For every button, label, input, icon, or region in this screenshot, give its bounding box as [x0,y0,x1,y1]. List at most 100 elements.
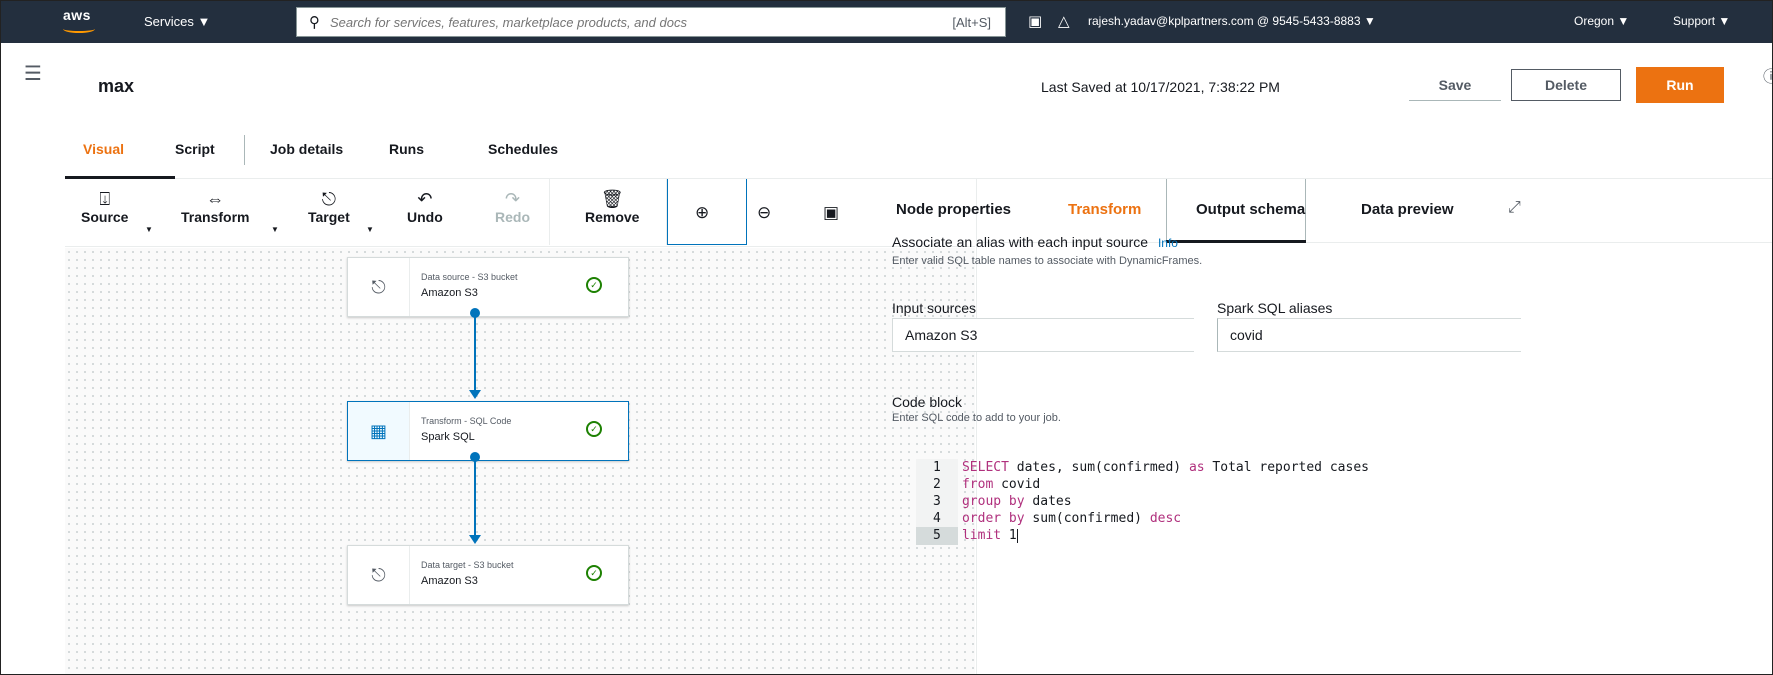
line-number: 5 [915,527,958,545]
tab-transform[interactable]: Transform [1068,201,1141,218]
aws-logo-text: aws [63,7,91,23]
cloudshell-icon[interactable]: ▣ [1028,12,1042,30]
redo-label: Redo [495,209,530,225]
app-frame: aws Services ▼ ⚲ [Alt+S] ▣ △ rajesh.yada… [0,0,1773,675]
undo-label: Undo [407,209,443,225]
success-check-icon: ✓ [586,277,602,293]
sql-code-editor[interactable]: 1 SELECT dates, sum(confirmed) as Total r… [869,441,1519,545]
undo-button[interactable]: ↶ Undo [407,189,443,225]
tab-visual[interactable]: Visual [83,141,124,157]
sql-keyword: limit [961,528,1002,543]
aws-logo[interactable]: aws [63,7,103,37]
tab-runs[interactable]: Runs [389,141,424,157]
edge-arrow-icon [469,535,481,544]
search-bar[interactable]: ⚲ [Alt+S] [296,7,1006,37]
source-label: Source [81,209,129,225]
remove-label: Remove [585,209,640,225]
search-shortcut-hint: [Alt+S] [952,15,991,30]
alias-section-title: Associate an alias with each input sourc… [892,234,1178,250]
text-cursor [1016,528,1018,543]
job-tabs: Visual Script Job details Runs Schedules [65,123,1772,179]
tab-output-schema[interactable]: Output schema [1196,201,1305,218]
remove-button[interactable]: 🗑 Remove [585,189,639,225]
trash-icon: 🗑 [600,189,624,209]
success-check-icon: ✓ [586,565,602,581]
node-type: Transform - SQL Code [421,416,512,426]
node-type: Data target - S3 bucket [421,560,514,570]
support-menu[interactable]: Support ▼ [1673,14,1730,28]
alias-input[interactable]: covid [1217,318,1521,352]
tab-divider [244,135,245,165]
tab-job-details[interactable]: Job details [270,141,343,157]
search-icon: ⚲ [309,14,320,31]
last-saved-status: Last Saved at 10/17/2021, 7:38:22 PM [1041,79,1280,95]
hamburger-menu-icon[interactable]: ☰ [24,61,42,86]
spark-sql-aliases-label: Spark SQL aliases [1217,300,1333,316]
tab-node-properties[interactable]: Node properties [896,201,1011,218]
expand-panel-icon[interactable]: ⤢ [1508,199,1521,217]
tab-script[interactable]: Script [175,141,215,157]
tab-data-preview[interactable]: Data preview [1361,201,1454,218]
delete-button[interactable]: Delete [1511,69,1621,101]
target-label: Target [308,209,350,225]
code-block-description: Enter SQL code to add to your job. [892,412,1061,424]
edge-line [474,312,476,392]
zoom-out-icon[interactable]: ⊖ [757,203,771,223]
input-sources-label: Input sources [892,300,977,316]
node-data-source[interactable]: ⎋ Data source - S3 bucket Amazon S3 ✓ [347,257,629,317]
node-transform-sql[interactable]: ▦ Transform - SQL Code Spark SQL ✓ [347,401,629,461]
run-button[interactable]: Run [1636,67,1724,103]
redo-icon: ↷ [504,189,521,209]
save-button[interactable]: Save [1409,69,1501,101]
target-button[interactable]: ⎋ Target [308,189,350,225]
transform-icon: ⇔ [206,189,225,209]
node-details-panel [976,179,1772,674]
target-icon: ⎋ [321,189,336,209]
tab-schedules[interactable]: Schedules [488,141,558,157]
alias-section-description: Enter valid SQL table names to associate… [892,255,1203,267]
code-line: 2 from covid [869,458,1659,494]
sql-transform-icon: ▦ [348,402,410,460]
edge-line [474,456,476,538]
success-check-icon: ✓ [586,421,602,437]
source-icon: ⍗ [99,189,111,209]
transform-label: Transform [181,209,250,225]
transform-caret-icon: ▼ [271,225,279,234]
input-source-value: Amazon S3 [892,318,1194,352]
s3-bucket-icon: ⎋ [348,258,410,316]
help-icon[interactable]: ⓘ [1763,63,1772,87]
target-caret-icon: ▼ [366,225,374,234]
node-name: Amazon S3 [421,287,478,299]
edge-arrow-icon [469,390,481,399]
redo-button[interactable]: ↷ Redo [495,189,530,225]
transform-button[interactable]: ⇔ Transform [181,189,249,225]
info-link[interactable]: Info [1158,236,1178,250]
undo-icon: ↶ [417,189,433,209]
code-block-title: Code block [892,394,963,410]
code-line: 5 limit 1 [869,509,1659,545]
aws-smile-icon [63,25,95,33]
code-line: 1 SELECT dates, sum(confirmed) as Total r… [869,441,1659,477]
code-line: 4 order by sum(confirmed) desc [869,492,1659,528]
notifications-bell-icon[interactable]: △ [1058,12,1070,30]
code-line: 3 group by dates [869,475,1659,511]
s3-bucket-icon: ⎋ [348,546,410,604]
job-canvas[interactable]: ⎋ Data source - S3 bucket Amazon S3 ✓ ▦ … [65,248,975,674]
toolbar-divider [549,179,550,245]
node-name: Amazon S3 [421,575,478,587]
panel-active-tab-indicator [1166,240,1306,243]
search-input[interactable] [330,14,890,30]
node-type: Data source - S3 bucket [421,272,518,282]
alias-title-text: Associate an alias with each input sourc… [892,234,1149,250]
job-name[interactable]: max [98,76,134,97]
node-name: Spark SQL [421,431,475,443]
fit-to-screen-icon[interactable]: ▣ [823,203,839,223]
region-menu[interactable]: Oregon ▼ [1574,14,1629,28]
source-button[interactable]: ⍗ Source [81,189,128,225]
services-menu[interactable]: Services ▼ [144,14,210,29]
zoom-in-icon[interactable]: ⊕ [695,203,709,223]
top-navigation: aws Services ▼ ⚲ [Alt+S] ▣ △ rajesh.yada… [1,1,1772,43]
account-menu[interactable]: rajesh.yadav@kplpartners.com @ 9545-5433… [1088,14,1376,28]
sql-text: 1 [1001,528,1017,543]
node-data-target[interactable]: ⎋ Data target - S3 bucket Amazon S3 ✓ [347,545,629,605]
